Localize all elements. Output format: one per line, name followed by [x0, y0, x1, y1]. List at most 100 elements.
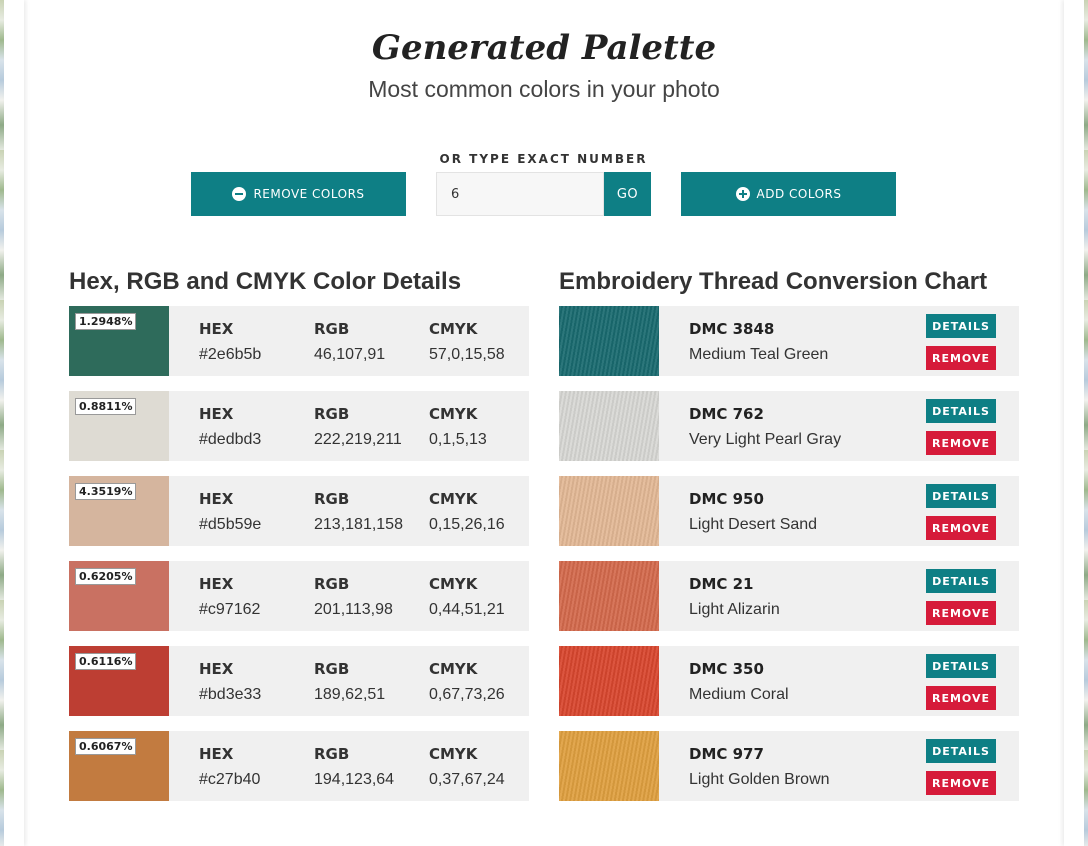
remove-button[interactable]: REMOVE — [926, 601, 996, 625]
hex-label: HEX — [199, 490, 234, 508]
color-swatch: 0.8811% — [69, 391, 169, 461]
rgb-value: 189,62,51 — [314, 686, 386, 703]
details-button[interactable]: DETAILS — [926, 399, 996, 423]
percentage-badge: 4.3519% — [75, 483, 137, 500]
cmyk-value: 57,0,15,58 — [429, 346, 505, 363]
rgb-label: RGB — [314, 405, 350, 423]
thread-swatch — [559, 391, 659, 461]
rgb-value: 46,107,91 — [314, 346, 386, 363]
dmc-name: Medium Coral — [689, 686, 789, 703]
remove-button[interactable]: REMOVE — [926, 431, 996, 455]
cmyk-value: 0,44,51,21 — [429, 601, 505, 618]
exact-number-label: OR TYPE EXACT NUMBER — [439, 152, 648, 166]
color-row: 0.6205% HEX #c97162 RGB 201,113,98 CMYK 0,4… — [69, 561, 529, 631]
hex-label: HEX — [199, 320, 234, 338]
rgb-value: 194,123,64 — [314, 771, 395, 788]
remove-colors-button[interactable]: REMOVE COLORS — [191, 172, 406, 216]
dmc-code: DMC 950 — [689, 490, 764, 508]
color-swatch: 0.6067% — [69, 731, 169, 801]
go-button[interactable]: GO — [604, 172, 651, 216]
dmc-code: DMC 977 — [689, 745, 764, 763]
color-row: 0.6067% HEX #c27b40 RGB 194,123,64 CMYK 0,3… — [69, 731, 529, 801]
rgb-value: 222,219,211 — [314, 431, 402, 448]
thread-chart-heading: Embroidery Thread Conversion Chart — [559, 268, 988, 295]
color-swatch: 0.6205% — [69, 561, 169, 631]
hex-label: HEX — [199, 405, 234, 423]
cmyk-label: CMYK — [429, 490, 478, 508]
details-button[interactable]: DETAILS — [926, 569, 996, 593]
palette-panel: Generated Palette Most common colors in … — [0, 0, 1088, 846]
add-colors-button[interactable]: ADD COLORS — [681, 172, 896, 216]
hex-value: #bd3e33 — [199, 686, 262, 703]
details-button[interactable]: DETAILS — [926, 314, 996, 338]
cmyk-label: CMYK — [429, 575, 478, 593]
dmc-name: Light Desert Sand — [689, 516, 818, 533]
cmyk-label: CMYK — [429, 660, 478, 678]
cmyk-label: CMYK — [429, 405, 478, 423]
rgb-label: RGB — [314, 490, 350, 508]
hex-label: HEX — [199, 660, 234, 678]
color-swatch: 1.2948% — [69, 306, 169, 376]
add-colors-label: ADD COLORS — [756, 187, 842, 201]
remove-colors-label: REMOVE COLORS — [253, 187, 365, 201]
remove-button[interactable]: REMOVE — [926, 346, 996, 370]
dmc-name: Light Golden Brown — [689, 771, 830, 788]
rgb-label: RGB — [314, 745, 350, 763]
remove-button[interactable]: REMOVE — [926, 771, 996, 795]
hex-value: #dedbd3 — [199, 431, 262, 448]
thread-swatch — [559, 306, 659, 376]
page-subtitle: Most common colors in your photo — [368, 76, 720, 102]
thread-row: DMC 977 Light Golden Brown DETAILS REMOV… — [559, 731, 1019, 801]
thread-row: DMC 3848 Medium Teal Green DETAILS REMOV… — [559, 306, 1019, 376]
rgb-value: 213,181,158 — [314, 516, 403, 533]
cmyk-value: 0,1,5,13 — [429, 431, 487, 448]
percentage-badge: 0.6205% — [75, 568, 137, 585]
hex-label: HEX — [199, 745, 234, 763]
color-swatch: 4.3519% — [69, 476, 169, 546]
thread-row: DMC 350 Medium Coral DETAILS REMOVE — [559, 646, 1019, 716]
details-button[interactable]: DETAILS — [926, 654, 996, 678]
thread-row: DMC 21 Light Alizarin DETAILS REMOVE — [559, 561, 1019, 631]
hex-value: #d5b59e — [199, 516, 262, 533]
dmc-name: Very Light Pearl Gray — [689, 431, 842, 448]
percentage-badge: 1.2948% — [75, 313, 137, 330]
dmc-code: DMC 21 — [689, 575, 754, 593]
remove-button[interactable]: REMOVE — [926, 516, 996, 540]
minus-circle-icon — [232, 187, 247, 201]
dmc-code: DMC 350 — [689, 660, 764, 678]
color-row: 4.3519% HEX #d5b59e RGB 213,181,158 CMYK 0,… — [69, 476, 529, 546]
color-row: 0.8811% HEX #dedbd3 RGB 222,219,211 CMYK 0,… — [69, 391, 529, 461]
rgb-value: 201,113,98 — [314, 601, 393, 618]
details-button[interactable]: DETAILS — [926, 739, 996, 763]
dmc-code: DMC 3848 — [689, 320, 775, 338]
hex-value: #c27b40 — [199, 771, 261, 788]
cmyk-label: CMYK — [429, 745, 478, 763]
page-title: Generated Palette — [371, 28, 717, 68]
thread-swatch — [559, 561, 659, 631]
color-count-input[interactable] — [436, 172, 604, 216]
cmyk-label: CMYK — [429, 320, 478, 338]
color-details-heading: Hex, RGB and CMYK Color Details — [69, 268, 462, 295]
cmyk-value: 0,15,26,16 — [429, 516, 505, 533]
dmc-name: Medium Teal Green — [689, 346, 829, 363]
color-swatch: 0.6116% — [69, 646, 169, 716]
thread-swatch — [559, 476, 659, 546]
thread-swatch — [559, 731, 659, 801]
remove-button[interactable]: REMOVE — [926, 686, 996, 710]
dmc-code: DMC 762 — [689, 405, 764, 423]
hex-label: HEX — [199, 575, 234, 593]
plus-circle-icon — [735, 187, 750, 201]
percentage-badge: 0.8811% — [75, 398, 137, 415]
hex-value: #2e6b5b — [199, 346, 262, 363]
dmc-name: Light Alizarin — [689, 601, 780, 618]
hex-value: #c97162 — [199, 601, 261, 618]
cmyk-value: 0,37,67,24 — [429, 771, 505, 788]
percentage-badge: 0.6067% — [75, 738, 137, 755]
rgb-label: RGB — [314, 660, 350, 678]
details-button[interactable]: DETAILS — [926, 484, 996, 508]
rgb-label: RGB — [314, 575, 350, 593]
thread-row: DMC 762 Very Light Pearl Gray DETAILS RE… — [559, 391, 1019, 461]
color-row: 1.2948% HEX #2e6b5b RGB 46,107,91 CMYK 57,0… — [69, 306, 529, 376]
thread-row: DMC 950 Light Desert Sand DETAILS REMOVE — [559, 476, 1019, 546]
cmyk-value: 0,67,73,26 — [429, 686, 505, 703]
